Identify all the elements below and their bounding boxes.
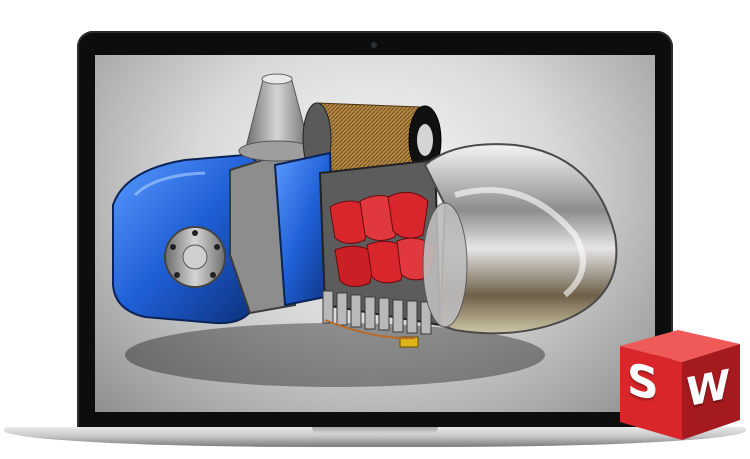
laptop-notch: [312, 427, 438, 434]
logo-letter-right: W: [686, 361, 731, 417]
laptop-screen: [95, 55, 655, 412]
webcam-icon: [371, 42, 377, 48]
inlet-cone: [244, 76, 310, 152]
red-rotors: [329, 191, 436, 287]
logo-letter-left: S: [627, 353, 659, 412]
cad-render-image: [112, 73, 618, 387]
